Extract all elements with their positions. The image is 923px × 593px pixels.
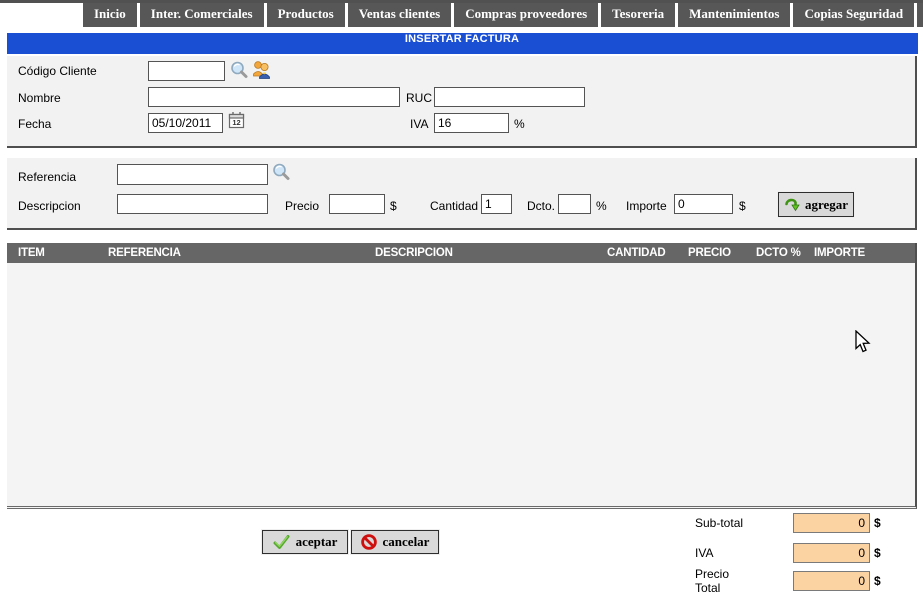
search-reference-icon[interactable] [271,162,291,187]
menu-item-inicio[interactable]: Inicio [83,3,137,27]
col-item: ITEM [18,247,45,259]
nombre-input[interactable] [148,87,400,107]
prohibition-icon [361,534,377,550]
aceptar-button[interactable]: aceptar [262,530,348,554]
codigo-cliente-label: Código Cliente [18,64,97,78]
referencia-label: Referencia [18,170,76,184]
subtotal-unit-label: $ [874,516,881,530]
calendar-icon[interactable]: 12 [228,111,245,134]
aceptar-label: aceptar [296,534,338,550]
col-dcto: DCTO % [756,247,801,259]
col-referencia: REFERENCIA [108,247,181,259]
search-client-icon[interactable] [229,60,249,85]
precio-label: Precio [285,199,319,213]
precio-input[interactable] [329,194,385,214]
codigo-cliente-input[interactable] [148,61,225,81]
add-client-person-icon[interactable] [251,59,272,85]
ruc-label: RUC [406,91,432,105]
subtotal-input[interactable] [793,513,870,533]
fecha-input[interactable] [148,113,223,133]
totals-iva-unit-label: $ [874,546,881,560]
precio-total-input[interactable] [793,571,870,591]
referencia-input[interactable] [117,164,268,185]
menu-item-mantenimientos[interactable]: Mantenimientos [678,3,790,27]
dcto-label: Dcto. [527,199,555,213]
col-cantidad: CANTIDAD [607,247,665,259]
items-table-header: ITEM REFERENCIA DESCRIPCION CANTIDAD PRE… [7,243,915,263]
totals-iva-input[interactable] [793,543,870,563]
iva-unit-label: % [514,117,525,131]
page-title: INSERTAR FACTURA [7,33,918,54]
dcto-unit-label: % [596,199,607,213]
subtotal-label: Sub-total [695,516,743,530]
main-menu: Inicio Inter. Comerciales Productos Vent… [83,3,923,27]
menu-item-inter-comerciales[interactable]: Inter. Comerciales [140,3,264,27]
cancelar-label: cancelar [383,534,430,550]
totals-iva-label: IVA [695,546,713,560]
svg-text:12: 12 [232,118,240,127]
nombre-label: Nombre [18,91,61,105]
fecha-label: Fecha [18,117,51,131]
importe-label: Importe [626,199,667,213]
precio-unit-label: $ [390,199,397,213]
cancelar-button[interactable]: cancelar [351,530,439,554]
iva-label: IVA [410,117,428,131]
check-icon [273,535,290,550]
descripcion-input[interactable] [117,194,268,214]
cantidad-input[interactable] [481,194,512,214]
add-arrow-icon [784,197,800,213]
col-descripcion: DESCRIPCION [375,247,453,259]
menu-item-tesoreria[interactable]: Tesoreria [601,3,675,27]
menu-item-productos[interactable]: Productos [267,3,345,27]
menu-item-copias-seguridad[interactable]: Copias Seguridad [793,3,914,27]
importe-unit-label: $ [739,199,746,213]
agregar-label: agregar [805,197,848,213]
menu-item-creditos[interactable]: Creditos [917,3,923,27]
agregar-button[interactable]: agregar [778,192,854,217]
insertar-factura-window: Inicio Inter. Comerciales Productos Vent… [0,0,923,593]
cantidad-label: Cantidad [430,199,478,213]
col-precio: PRECIO [688,247,731,259]
items-table: ITEM REFERENCIA DESCRIPCION CANTIDAD PRE… [7,243,917,509]
importe-input[interactable] [674,194,733,214]
col-importe: IMPORTE [814,247,865,259]
iva-input[interactable] [434,113,509,133]
descripcion-label: Descripcion [18,199,81,213]
precio-total-unit-label: $ [874,574,881,588]
precio-total-label: Precio Total [695,567,729,593]
menu-item-ventas-clientes[interactable]: Ventas clientes [348,3,452,27]
ruc-input[interactable] [434,87,585,107]
dcto-input[interactable] [558,194,591,214]
menu-item-compras-proveedores[interactable]: Compras proveedores [454,3,598,27]
items-table-body[interactable] [7,263,915,506]
